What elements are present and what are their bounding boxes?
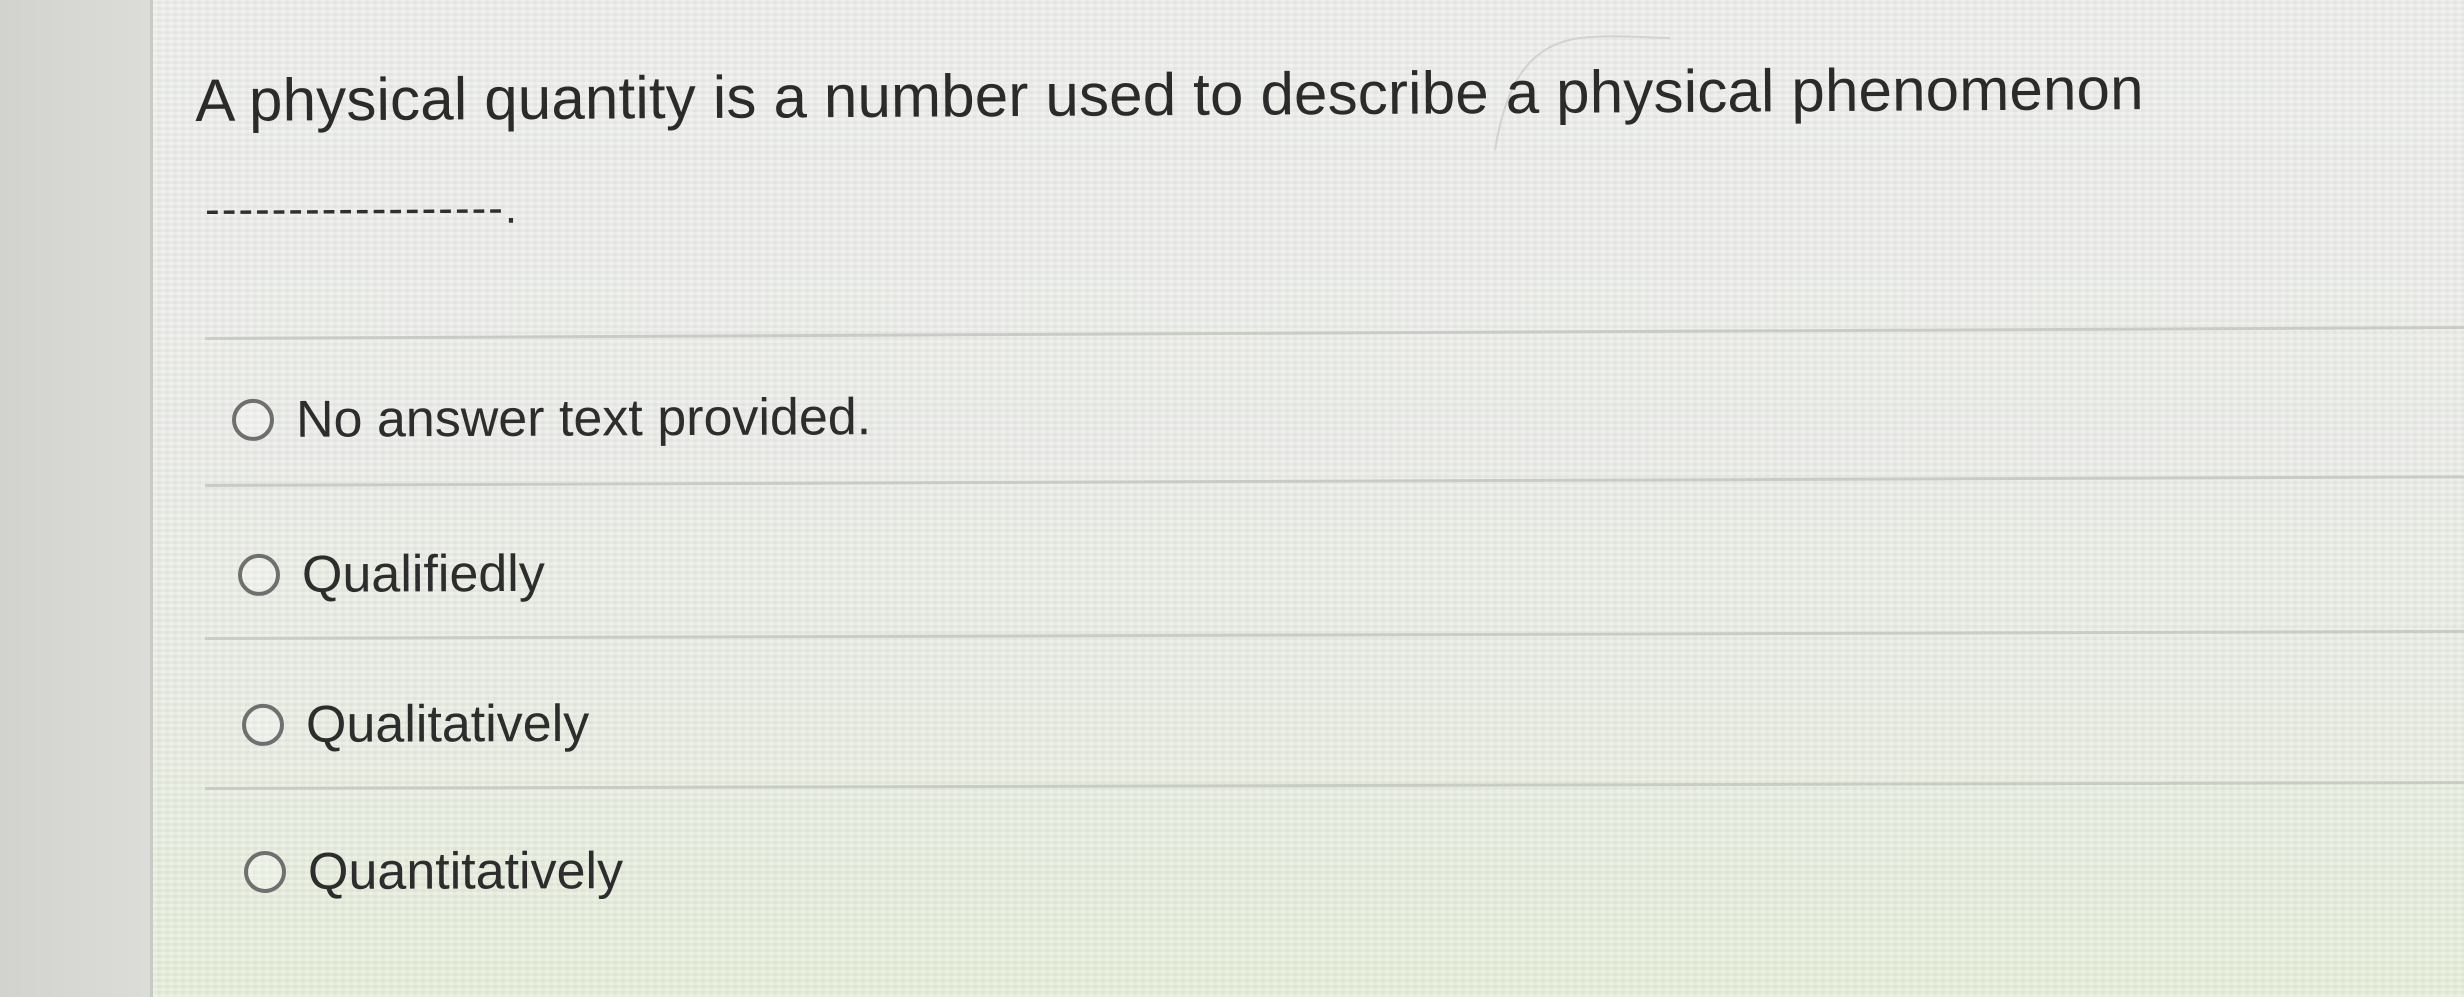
answer-option-label: No answer text provided. [295,388,872,449]
answer-option-label: Qualifiedly [301,544,545,604]
radio-unchecked-icon[interactable] [243,850,287,893]
answer-option-quantitatively[interactable]: Quantitatively [243,841,624,902]
radio-unchecked-icon[interactable] [231,398,275,441]
answer-option-qualifiedly[interactable]: Qualifiedly [237,544,545,605]
answer-option-qualitatively[interactable]: Qualitatively [241,694,590,755]
radio-unchecked-icon[interactable] [241,703,285,746]
left-gutter [0,0,153,997]
answer-option-no-answer[interactable]: No answer text provided. [231,387,872,450]
question-blank: ------------------. [205,183,520,234]
question-text: A physical quantity is a number used to … [195,55,2144,134]
answer-option-label: Quantitatively [307,842,624,901]
radio-unchecked-icon[interactable] [237,553,281,596]
answer-option-label: Qualitatively [305,694,590,754]
